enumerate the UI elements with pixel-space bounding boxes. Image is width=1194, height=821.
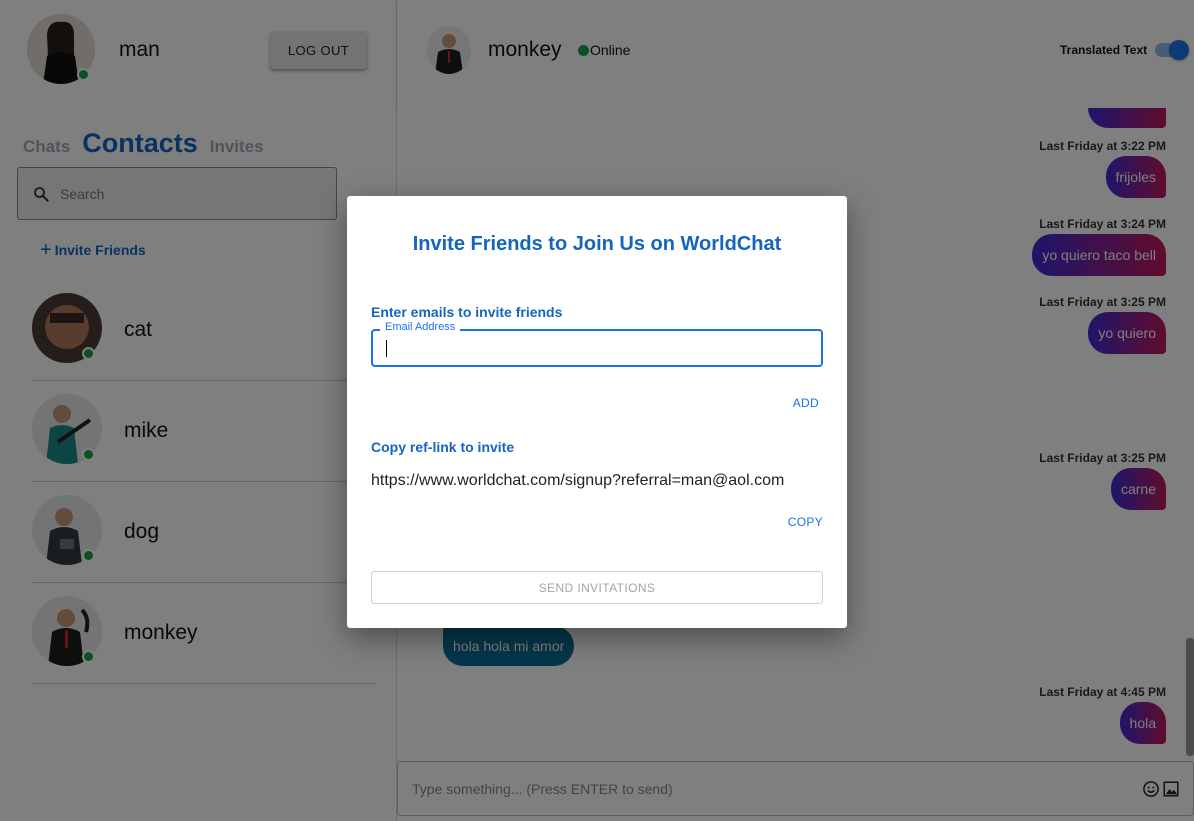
send-invitations-button[interactable]: SEND INVITATIONS (371, 571, 823, 604)
reflink-section-label: Copy ref-link to invite (371, 439, 515, 455)
referral-link: https://www.worldchat.com/signup?referra… (371, 472, 785, 489)
invite-friends-dialog: Invite Friends to Join Us on WorldChat E… (347, 196, 847, 628)
dialog-title: Invite Friends to Join Us on WorldChat (412, 233, 782, 255)
email-address-input[interactable] (371, 329, 823, 367)
emails-section-label: Enter emails to invite friends (371, 304, 563, 320)
add-email-button[interactable]: ADD (793, 396, 819, 410)
text-caret (386, 340, 387, 357)
copy-link-button[interactable]: COPY (788, 515, 823, 529)
email-field-label: Email Address (380, 321, 461, 333)
